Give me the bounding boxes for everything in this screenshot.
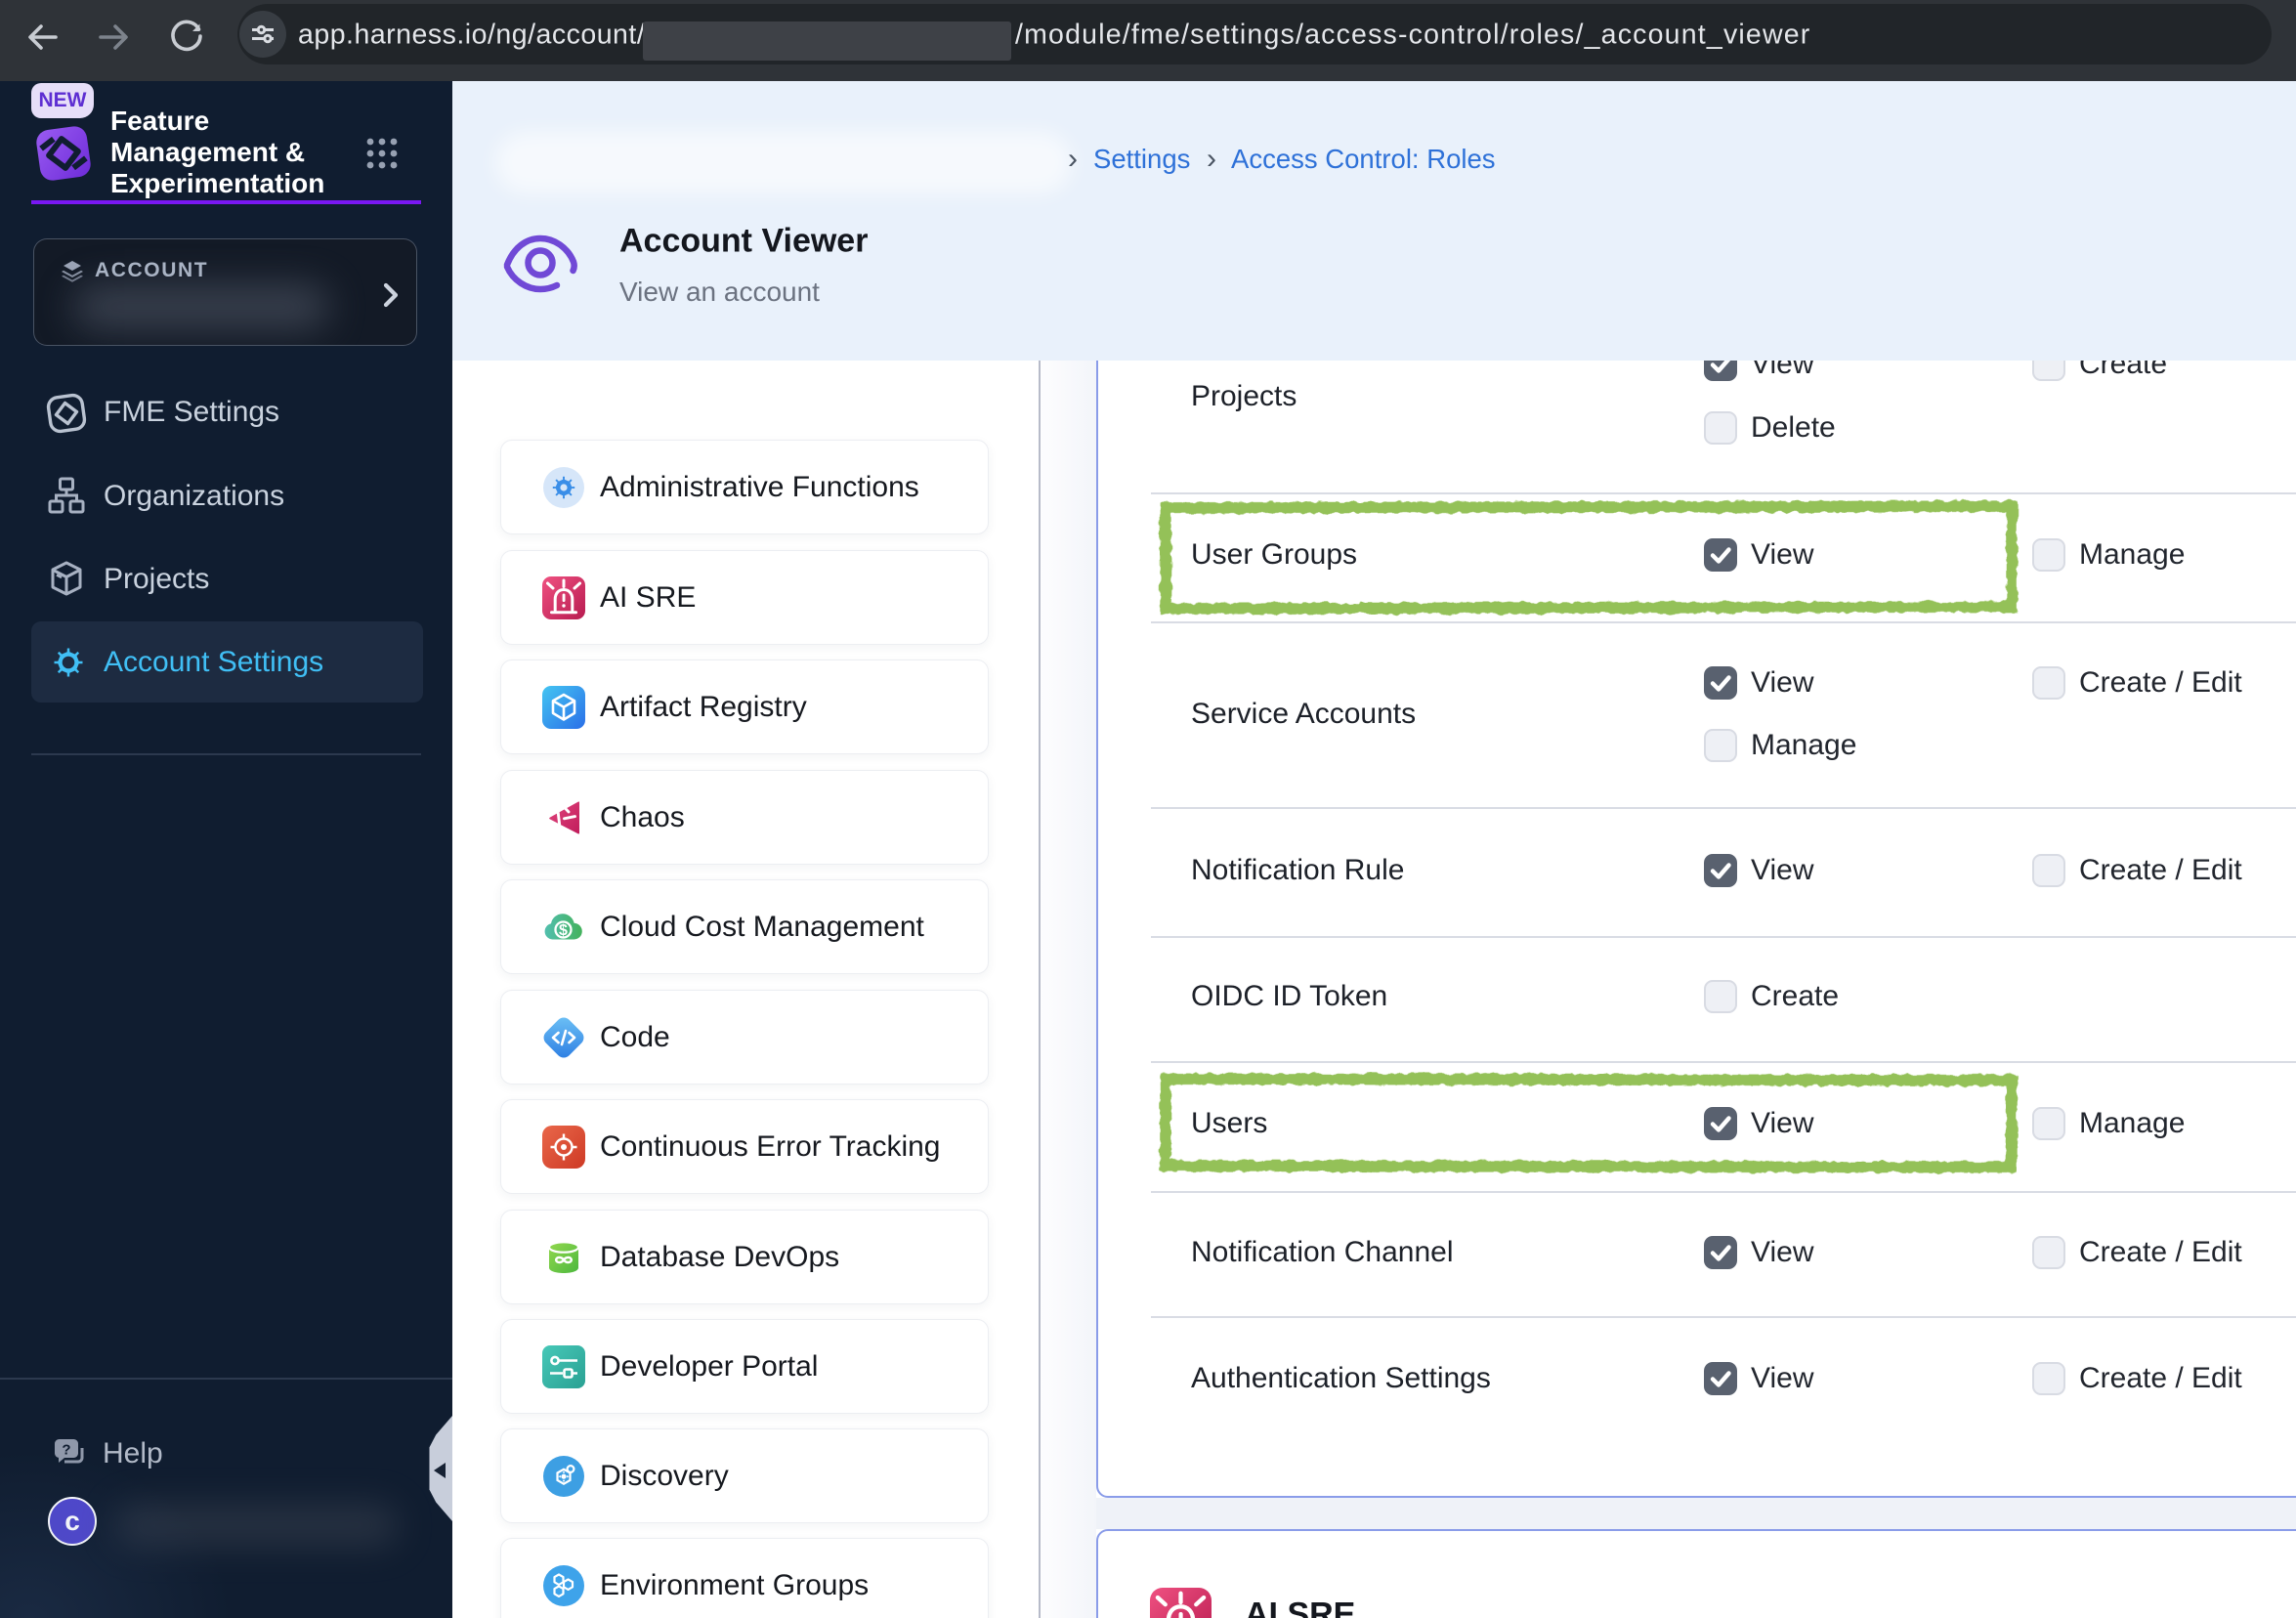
svg-text:$: $ bbox=[559, 922, 568, 939]
